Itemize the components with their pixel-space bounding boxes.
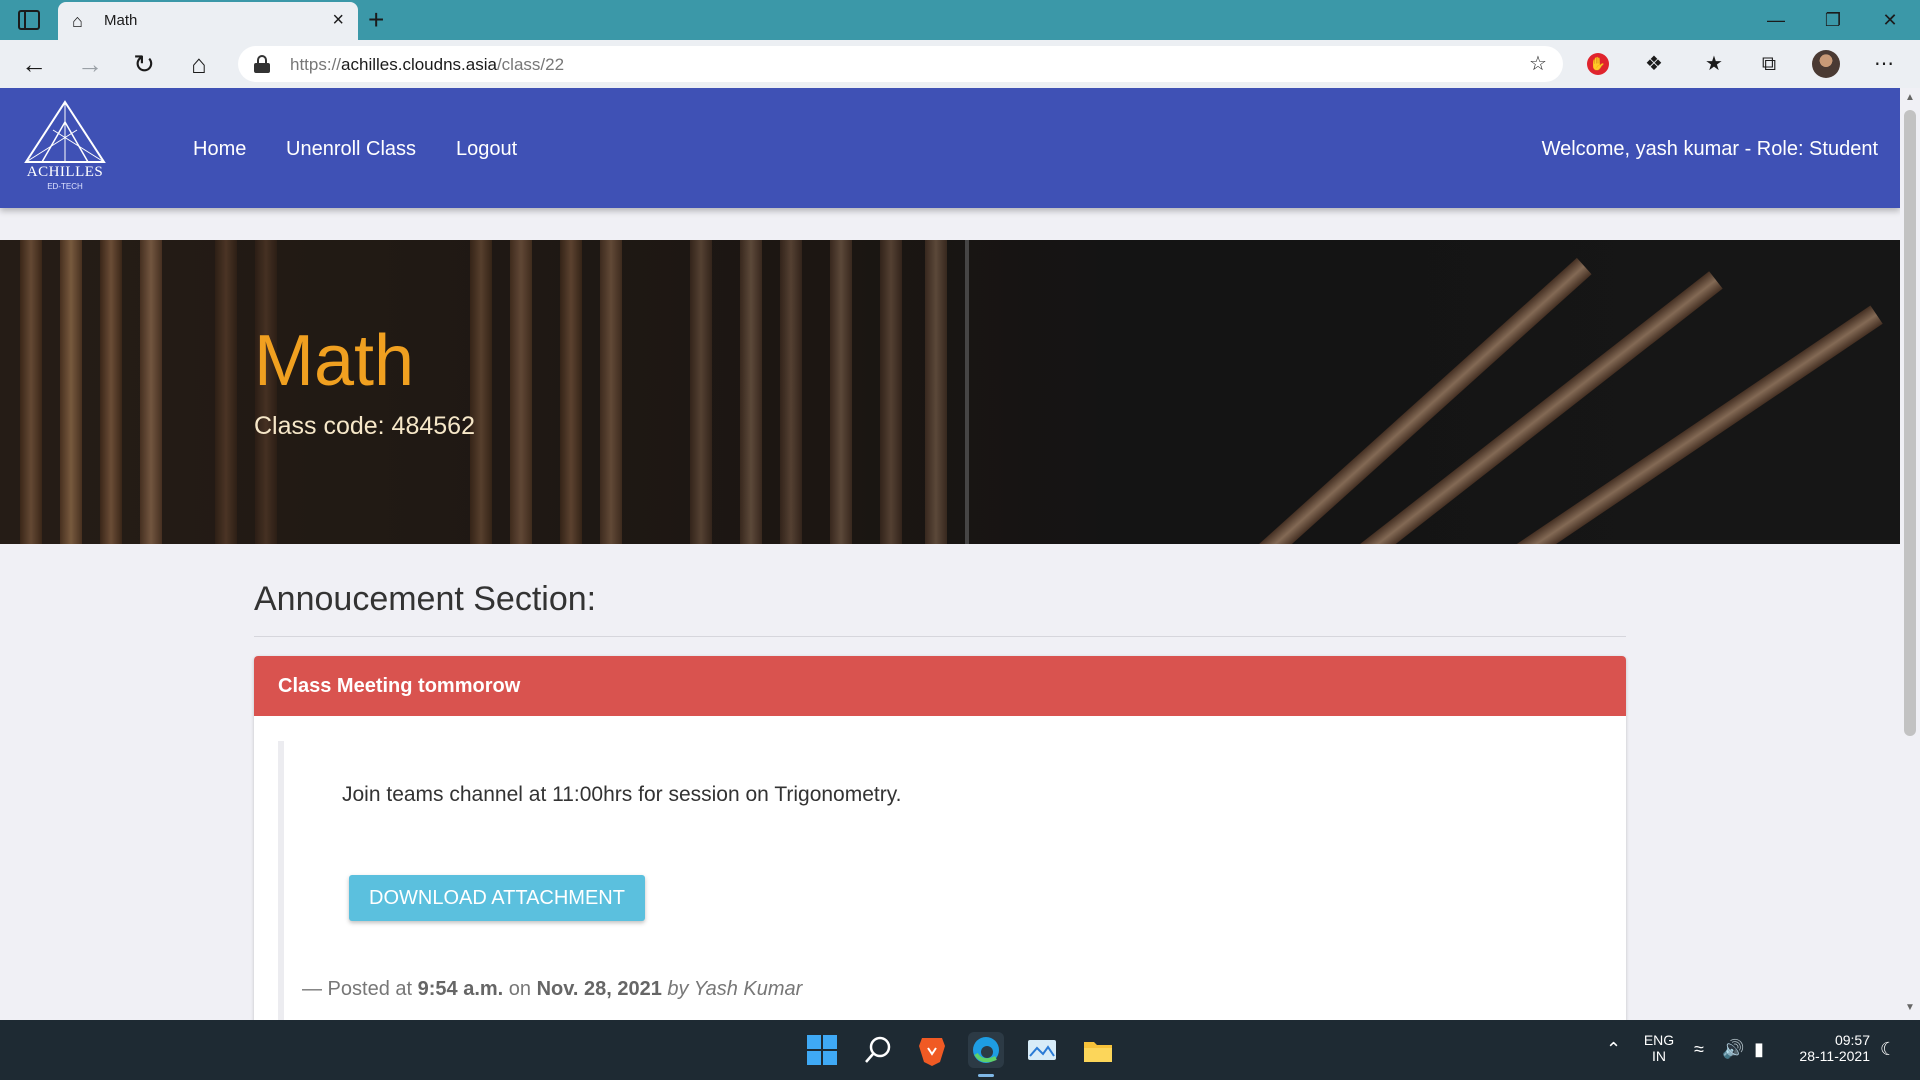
browser-tab[interactable]: ⌂ Math × [58, 2, 358, 40]
posted-author: by Yash Kumar [661, 978, 803, 1000]
logo-text: ACHILLES [26, 164, 104, 180]
tab-actions-icon[interactable] [18, 10, 40, 30]
nav-logout-link[interactable]: Logout [456, 138, 517, 161]
more-icon[interactable]: ⋯ [1870, 50, 1898, 78]
minimize-icon[interactable]: — [1756, 6, 1796, 34]
forward-icon[interactable]: → [74, 48, 106, 80]
class-hero-banner: Math Class code: 484562 [0, 240, 1900, 544]
clock[interactable]: 09:57 28-11-2021 [1790, 1032, 1870, 1064]
browser-tab-bar: ⌂ Math × + — ❐ ✕ [0, 0, 1920, 40]
lock-icon[interactable] [254, 55, 270, 73]
start-icon[interactable] [804, 1032, 840, 1068]
class-title: Math [254, 321, 415, 401]
search-icon[interactable] [860, 1032, 896, 1068]
scroll-up-icon[interactable]: ▲ [1904, 92, 1916, 104]
nav-home-link[interactable]: Home [193, 138, 246, 161]
scroll-down-icon[interactable]: ▼ [1904, 1002, 1916, 1014]
scroll-thumb[interactable] [1904, 110, 1916, 736]
back-icon[interactable]: ← [18, 48, 50, 80]
blockquote-bar [278, 741, 284, 1020]
windows-taskbar: ⌃ ENG IN ≈ 🔊 ▮ 09:57 28-11-2021 ☾ [0, 1020, 1920, 1080]
class-code: Class code: 484562 [254, 412, 475, 440]
active-app-indicator [978, 1074, 994, 1077]
show-hidden-icons-icon[interactable]: ⌃ [1606, 1038, 1621, 1060]
photos-app-icon[interactable] [1024, 1032, 1060, 1068]
announcement-title: Class Meeting tommorow [278, 675, 521, 697]
language-indicator[interactable]: ENG IN [1640, 1032, 1678, 1064]
url-bar[interactable]: https://achilles.cloudns.asia/class/22 [238, 46, 1563, 82]
welcome-text: Welcome, yash kumar - Role: Student [1541, 138, 1878, 160]
close-tab-icon[interactable]: × [332, 10, 344, 30]
home-icon[interactable]: ⌂ [183, 48, 215, 80]
section-divider [254, 636, 1626, 637]
brave-browser-icon[interactable] [914, 1032, 950, 1068]
restore-icon[interactable]: ❐ [1813, 6, 1853, 34]
announcement-card-header: Class Meeting tommorow [254, 656, 1626, 716]
announcement-section-title: Annoucement Section: [254, 580, 597, 618]
volume-icon[interactable]: 🔊 [1722, 1038, 1744, 1060]
file-explorer-icon[interactable] [1080, 1032, 1116, 1068]
home-favicon-icon: ⌂ [72, 11, 83, 31]
close-window-icon[interactable]: ✕ [1870, 6, 1910, 34]
announcement-posted-meta: — Posted at 9:54 a.m. on Nov. 28, 2021 b… [302, 978, 803, 1000]
wifi-icon[interactable]: ≈ [1694, 1038, 1704, 1060]
refresh-icon[interactable]: ↻ [128, 48, 160, 80]
address-toolbar: ← → ↻ ⌂ https://achilles.cloudns.asia/cl… [0, 40, 1920, 88]
posted-time: 9:54 a.m. [417, 978, 504, 1000]
download-attachment-button[interactable]: DOWNLOAD ATTACHMENT [349, 875, 645, 921]
edge-browser-icon[interactable] [968, 1032, 1004, 1068]
web-page: ACHILLES ED-TECH Home Unenroll Class Log… [0, 88, 1900, 1020]
battery-icon[interactable]: ▮ [1754, 1038, 1764, 1060]
site-navbar: ACHILLES ED-TECH Home Unenroll Class Log… [0, 88, 1900, 208]
clock-date: 28-11-2021 [1799, 1048, 1870, 1064]
page-scrollbar[interactable]: ▲ ▼ [1900, 88, 1920, 1020]
logo-subtitle: ED-TECH [47, 182, 83, 191]
favorites-icon[interactable]: ★ [1700, 50, 1728, 78]
posted-date: Nov. 28, 2021 [536, 978, 662, 1000]
add-favorite-icon[interactable]: ☆ [1524, 50, 1552, 78]
tab-title: Math [104, 12, 138, 29]
new-tab-button[interactable]: + [368, 4, 384, 36]
focus-assist-icon[interactable]: ☾ [1880, 1038, 1896, 1060]
announcement-card: Class Meeting tommorow Join teams channe… [254, 656, 1626, 1020]
achilles-logo[interactable]: ACHILLES ED-TECH [22, 100, 108, 200]
announcement-body: Join teams channel at 11:00hrs for sessi… [342, 783, 902, 806]
adblock-extension-icon[interactable]: ✋ [1587, 53, 1609, 75]
nav-unenroll-link[interactable]: Unenroll Class [286, 138, 416, 161]
clock-time: 09:57 [1834, 1032, 1870, 1048]
profile-avatar[interactable] [1812, 50, 1840, 78]
collections-icon[interactable]: ⧉ [1755, 50, 1783, 78]
url-text[interactable]: https://achilles.cloudns.asia/class/22 [290, 55, 564, 75]
logo-triangle-icon [24, 100, 106, 163]
extensions-icon[interactable]: ❖ [1640, 50, 1668, 78]
